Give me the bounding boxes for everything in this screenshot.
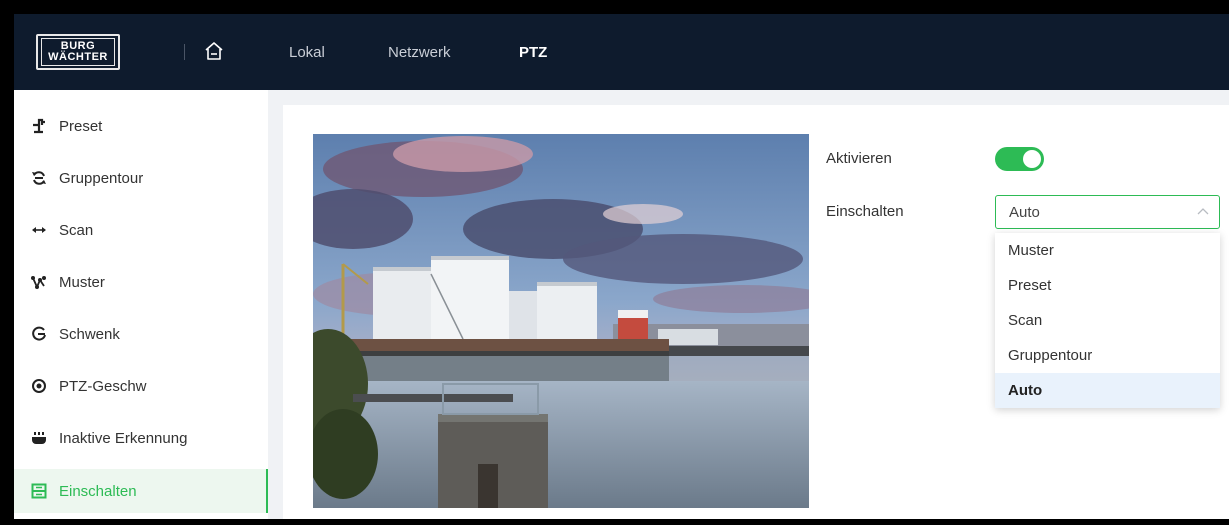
chevron-up-icon xyxy=(1197,208,1209,215)
dropdown-option-auto[interactable]: Auto xyxy=(995,373,1220,408)
top-bar: BURG WÄCHTER Lokal Netzwerk PTZ xyxy=(14,14,1229,90)
sidebar-item-label: Scan xyxy=(59,221,94,239)
ptz-speed-icon xyxy=(30,377,48,395)
dropdown-option-preset[interactable]: Preset xyxy=(995,268,1220,303)
dropdown-option-muster[interactable]: Muster xyxy=(995,233,1220,268)
idle-detection-icon xyxy=(30,429,48,447)
pattern-icon xyxy=(30,273,48,291)
logo-line-2: WÄCHTER xyxy=(48,51,108,63)
tab-lokal[interactable]: Lokal xyxy=(289,44,325,61)
dropdown-option-scan[interactable]: Scan xyxy=(995,303,1220,338)
sidebar-item-scan[interactable]: Scan xyxy=(14,208,266,252)
sidebar-item-label: Einschalten xyxy=(59,482,137,500)
power-up-select-value: Auto xyxy=(1009,204,1040,221)
pan-icon xyxy=(30,325,48,343)
home-icon[interactable] xyxy=(203,40,225,62)
sidebar: Preset Gruppentour Scan Muster Schwenk P… xyxy=(14,90,268,519)
power-up-dropdown: Muster Preset Scan Gruppentour Auto xyxy=(995,233,1220,408)
tab-ptz[interactable]: PTZ xyxy=(519,44,547,61)
dropdown-option-gruppentour[interactable]: Gruppentour xyxy=(995,338,1220,373)
sidebar-item-label: Inaktive Erkennung xyxy=(59,429,188,447)
power-up-select[interactable]: Auto xyxy=(995,195,1220,229)
power-up-icon xyxy=(30,482,48,500)
sidebar-item-label: Gruppentour xyxy=(59,169,144,187)
sidebar-item-schwenk[interactable]: Schwenk xyxy=(14,312,266,356)
tab-netzwerk[interactable]: Netzwerk xyxy=(388,44,451,61)
sidebar-item-muster[interactable]: Muster xyxy=(14,260,266,304)
sidebar-item-gruppentour[interactable]: Gruppentour xyxy=(14,156,266,200)
sidebar-item-inaktive-erkennung[interactable]: Inaktive Erkennung xyxy=(14,416,266,460)
sidebar-item-label: Schwenk xyxy=(59,325,120,343)
enable-label: Aktivieren xyxy=(826,150,892,167)
group-tour-icon xyxy=(30,169,48,187)
sidebar-item-label: Preset xyxy=(59,117,103,135)
preset-icon xyxy=(30,117,48,135)
sidebar-item-einschalten[interactable]: Einschalten xyxy=(14,469,268,513)
scan-icon xyxy=(30,221,48,239)
power-up-label: Einschalten xyxy=(826,203,904,220)
sidebar-item-label: Muster xyxy=(59,273,105,291)
sidebar-item-label: PTZ-Geschw xyxy=(59,377,147,395)
burg-waechter-logo: BURG WÄCHTER xyxy=(36,34,120,70)
sidebar-item-ptz-geschw[interactable]: PTZ-Geschw xyxy=(14,364,266,408)
camera-preview xyxy=(313,134,809,508)
enable-toggle[interactable] xyxy=(995,147,1044,171)
sidebar-item-preset[interactable]: Preset xyxy=(14,104,266,148)
topbar-divider xyxy=(184,44,185,60)
